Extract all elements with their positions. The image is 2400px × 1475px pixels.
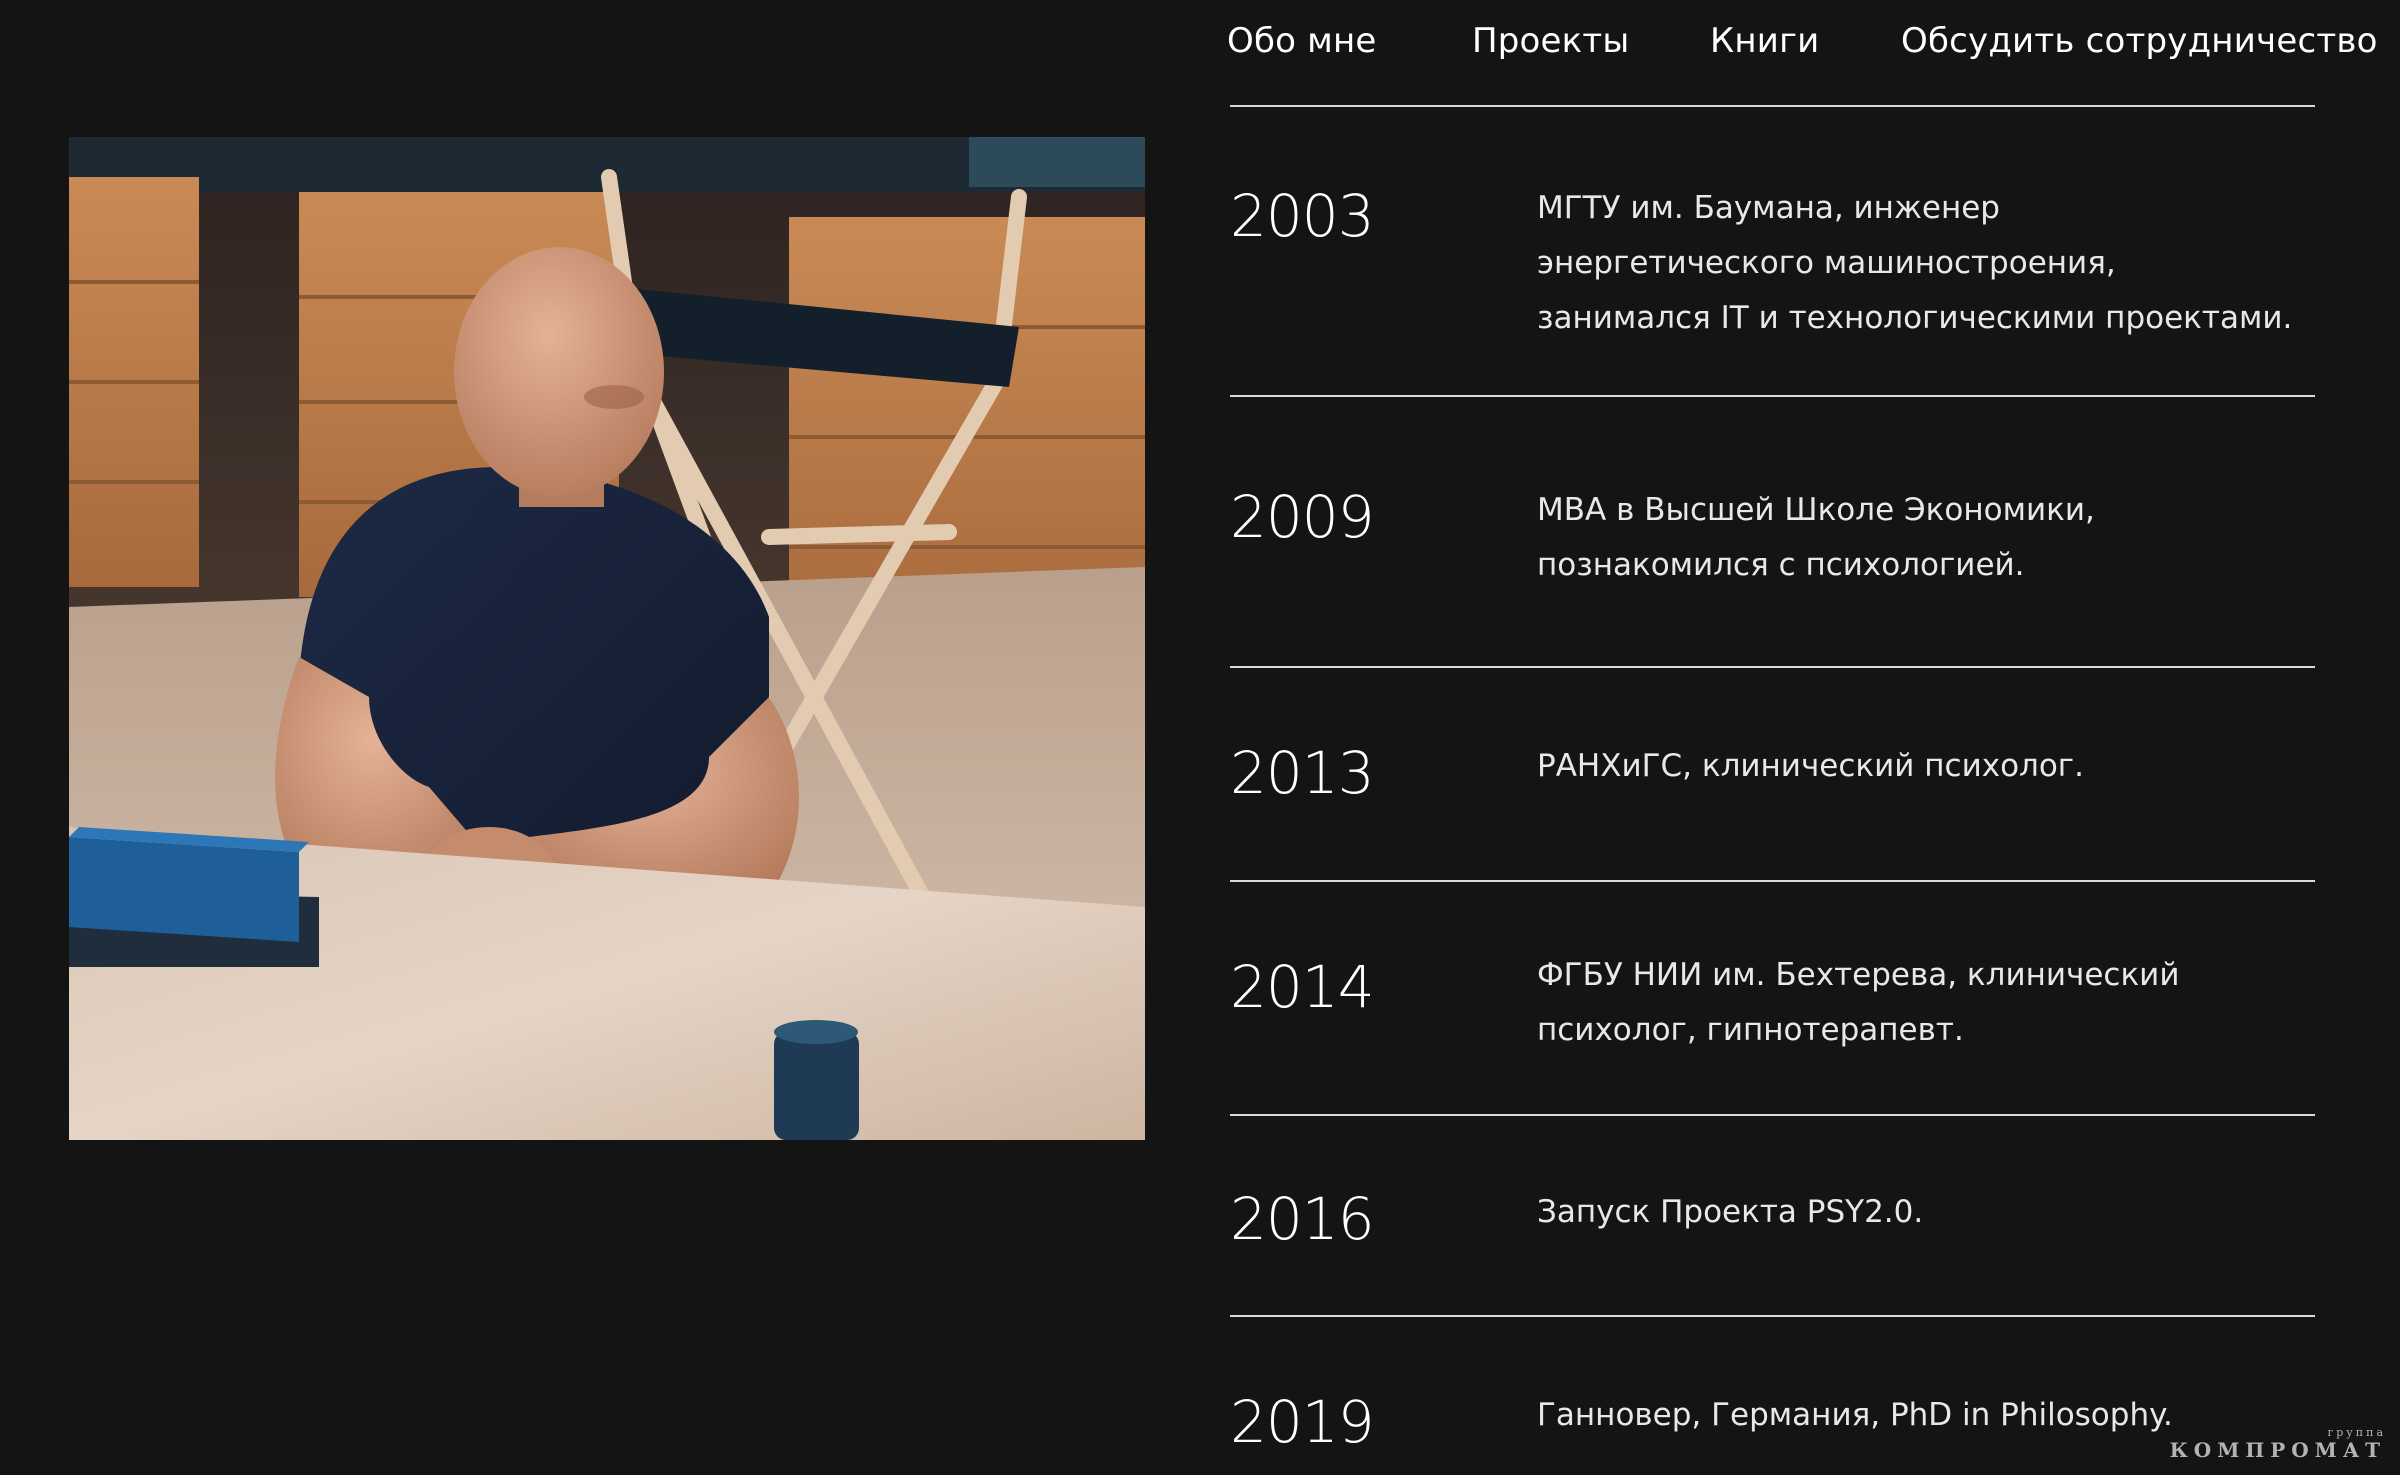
timeline-divider	[1230, 1114, 2315, 1116]
timeline-description-line: МГТУ им. Баумана, инженер	[1537, 190, 2000, 226]
timeline-year: 2003	[1230, 182, 1375, 250]
nav-link-books[interactable]: Книги	[1710, 10, 1819, 72]
nav-link-collaboration[interactable]: Обсудить сотрудничество	[1901, 10, 2378, 72]
portrait-photo	[69, 137, 1145, 1140]
timeline-description: РАНХиГС, клинический психолог.	[1537, 739, 2297, 794]
timeline-year: 2014	[1230, 953, 1375, 1021]
timeline-description-line: занимался IT и технологическими проектам…	[1537, 300, 2293, 336]
main-nav: Обо мне Проекты Книги Обсудить сотруднич…	[1227, 10, 2377, 72]
timeline-description: МГТУ им. Баумана, инженер энергетическог…	[1537, 181, 2297, 346]
timeline-year: 2019	[1230, 1388, 1375, 1456]
timeline-year: 2016	[1230, 1185, 1375, 1253]
timeline-description-line: энергетического машиностроения,	[1537, 245, 2116, 281]
timeline-description: ФГБУ НИИ им. Бехтерева, клинический псих…	[1537, 948, 2297, 1058]
timeline-description-line: познакомился с психологией.	[1537, 547, 2025, 583]
timeline-description-line: ФГБУ НИИ им. Бехтерева, клинический	[1537, 957, 2180, 993]
watermark-logo: группа КОМПРОМАТ	[2169, 1427, 2386, 1462]
timeline-divider	[1230, 666, 2315, 668]
nav-link-projects[interactable]: Проекты	[1472, 10, 1629, 72]
timeline-description: Запуск Проекта PSY2.0.	[1537, 1185, 2297, 1240]
timeline-divider	[1230, 395, 2315, 397]
timeline-description: МВА в Высшей Школе Экономики, познакомил…	[1537, 483, 2297, 593]
timeline-description-line: МВА в Высшей Школе Экономики,	[1537, 492, 2095, 528]
timeline-description-line: психолог, гипнотерапевт.	[1537, 1012, 1964, 1048]
timeline-description-line: Запуск Проекта PSY2.0.	[1537, 1194, 1924, 1230]
timeline-year: 2009	[1230, 483, 1375, 551]
timeline-divider	[1230, 880, 2315, 882]
portrait-photo-image	[69, 137, 1145, 1140]
timeline-description-line: РАНХиГС, клинический психолог.	[1537, 748, 2084, 784]
timeline-divider	[1230, 1315, 2315, 1317]
timeline-divider	[1230, 105, 2315, 107]
watermark-big-text: КОМПРОМАТ	[2169, 1438, 2386, 1462]
timeline-year: 2013	[1230, 739, 1375, 807]
nav-link-about[interactable]: Обо мне	[1227, 10, 1377, 72]
